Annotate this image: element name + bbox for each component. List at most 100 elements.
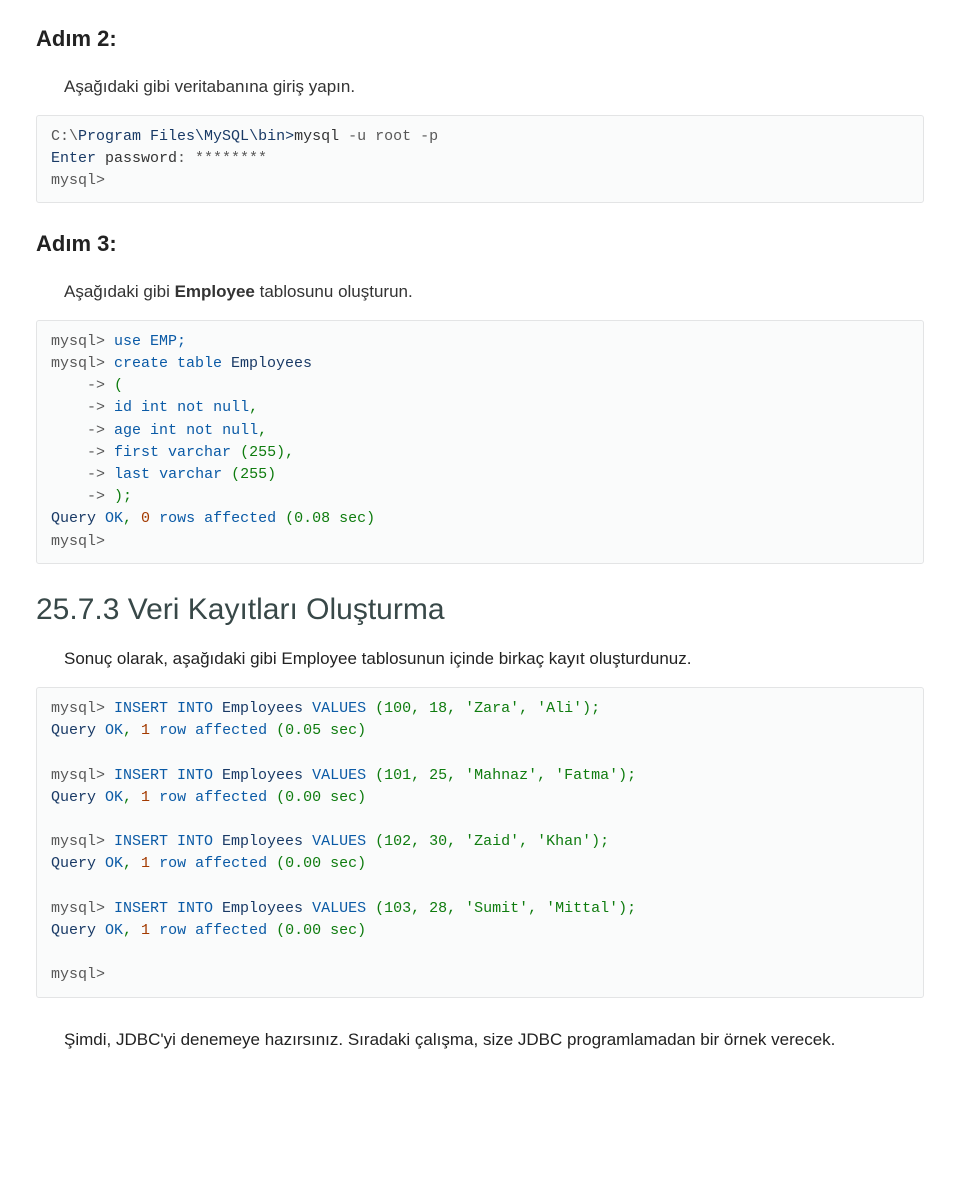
code-text: null xyxy=(213,399,249,416)
code-text: OK xyxy=(96,722,123,739)
code-text: Employees xyxy=(222,900,303,917)
code-text: row affected xyxy=(150,789,276,806)
code-text: 1 xyxy=(141,789,150,806)
section-heading: 25.7.3 Veri Kayıtları Oluşturma xyxy=(36,590,924,631)
text: Aşağıdaki gibi xyxy=(64,282,175,301)
code-text: -> xyxy=(51,444,105,461)
code-text xyxy=(141,128,150,145)
code-text: mysql> xyxy=(51,333,105,350)
code-text: -> xyxy=(51,399,105,416)
code-text: (255), xyxy=(240,444,294,461)
code-text: (101, 25, 'Mahnaz', 'Fatma'); xyxy=(375,767,636,784)
code-text: OK xyxy=(96,855,123,872)
code-text: id xyxy=(105,399,141,416)
code-text: 0 xyxy=(141,510,150,527)
code-text: -> xyxy=(51,377,105,394)
code-text: ); xyxy=(105,488,132,505)
code-text: , xyxy=(123,510,141,527)
code-text: ( xyxy=(105,377,123,394)
code-text: row affected xyxy=(150,922,276,939)
code-text: mysql xyxy=(294,128,348,145)
code-text: row affected xyxy=(150,855,276,872)
step3-heading: Adım 3: xyxy=(36,229,924,259)
code-text: Employees xyxy=(222,767,303,784)
code-text: first varchar xyxy=(105,444,240,461)
step3-instruction: Aşağıdaki gibi Employee tablosunu oluştu… xyxy=(64,281,924,304)
code-text: rows affected xyxy=(150,510,285,527)
code-text: Enter xyxy=(51,150,96,167)
code-text: Employees xyxy=(222,833,303,850)
code-text: mysql> xyxy=(51,533,105,550)
code-text: (0.00 sec) xyxy=(276,855,366,872)
code-text: int xyxy=(141,399,168,416)
code-text: Employees xyxy=(222,700,303,717)
code-text: mysql> xyxy=(51,900,105,917)
insert-codebox: mysql> INSERT INTO Employees VALUES (100… xyxy=(36,687,924,997)
code-text: password xyxy=(96,150,177,167)
step2-codebox: C:\Program Files\MySQL\bin>mysql -u root… xyxy=(36,115,924,204)
code-text: , xyxy=(258,422,267,439)
code-text: , xyxy=(123,789,141,806)
code-text: INSERT INTO xyxy=(105,767,222,784)
code-text: Query xyxy=(51,855,96,872)
code-text: (100, 18, 'Zara', 'Ali'); xyxy=(375,700,600,717)
code-text: -> xyxy=(51,466,105,483)
code-text: 1 xyxy=(141,922,150,939)
code-text: row affected xyxy=(150,722,276,739)
code-text: Employees xyxy=(231,355,312,372)
code-text: int xyxy=(150,422,177,439)
code-text: Files\MySQL\bin> xyxy=(150,128,294,145)
code-text: -> xyxy=(51,488,105,505)
code-text: VALUES xyxy=(303,700,375,717)
section-instruction: Sonuç olarak, aşağıdaki gibi Employee ta… xyxy=(64,648,896,671)
code-text: (255) xyxy=(231,466,276,483)
code-text: OK xyxy=(96,510,123,527)
code-text: (102, 30, 'Zaid', 'Khan'); xyxy=(375,833,609,850)
code-text: not xyxy=(177,422,222,439)
code-text: mysql> xyxy=(51,767,105,784)
code-text: 1 xyxy=(141,855,150,872)
code-text: mysql> xyxy=(51,700,105,717)
code-text: , xyxy=(123,922,141,939)
code-text: null xyxy=(222,422,258,439)
code-text: (0.00 sec) xyxy=(276,789,366,806)
code-text: (0.00 sec) xyxy=(276,922,366,939)
code-text: age xyxy=(105,422,150,439)
text: tablosunu oluşturun. xyxy=(255,282,413,301)
code-text: last xyxy=(114,466,150,483)
code-text: mysql> xyxy=(51,172,105,189)
code-text: (103, 28, 'Sumit', 'Mittal'); xyxy=(375,900,636,917)
code-text: VALUES xyxy=(303,833,375,850)
code-text: VALUES xyxy=(303,767,375,784)
code-text xyxy=(105,466,114,483)
code-text: Query xyxy=(51,510,96,527)
code-text: mysql> xyxy=(51,966,105,983)
code-text: varchar xyxy=(150,466,231,483)
step3-codebox: mysql> use EMP; mysql> create table Empl… xyxy=(36,320,924,564)
code-text: , xyxy=(123,855,141,872)
code-text: Query xyxy=(51,922,96,939)
code-text: (0.08 sec) xyxy=(285,510,375,527)
code-text: Query xyxy=(51,722,96,739)
code-text: : ******** xyxy=(177,150,267,167)
step2-heading: Adım 2: xyxy=(36,24,924,54)
code-text: mysql> xyxy=(51,355,105,372)
code-text: OK xyxy=(96,922,123,939)
code-text: 1 xyxy=(141,722,150,739)
code-text: VALUES xyxy=(303,900,375,917)
code-text: -u root -p xyxy=(348,128,438,145)
code-text: use EMP; xyxy=(105,333,186,350)
closing-paragraph: Şimdi, JDBC'yi denemeye hazırsınız. Sıra… xyxy=(64,1024,924,1055)
code-text: Program xyxy=(78,128,141,145)
step2-instruction: Aşağıdaki gibi veritabanına giriş yapın. xyxy=(64,76,924,99)
code-text: create table xyxy=(105,355,231,372)
code-text: , xyxy=(249,399,258,416)
text-bold: Employee xyxy=(175,282,255,301)
code-text: INSERT INTO xyxy=(105,833,222,850)
code-text: not xyxy=(168,399,213,416)
code-text: mysql> xyxy=(51,833,105,850)
code-text: -> xyxy=(51,422,105,439)
code-text: OK xyxy=(96,789,123,806)
code-text: (0.05 sec) xyxy=(276,722,366,739)
code-text: Query xyxy=(51,789,96,806)
